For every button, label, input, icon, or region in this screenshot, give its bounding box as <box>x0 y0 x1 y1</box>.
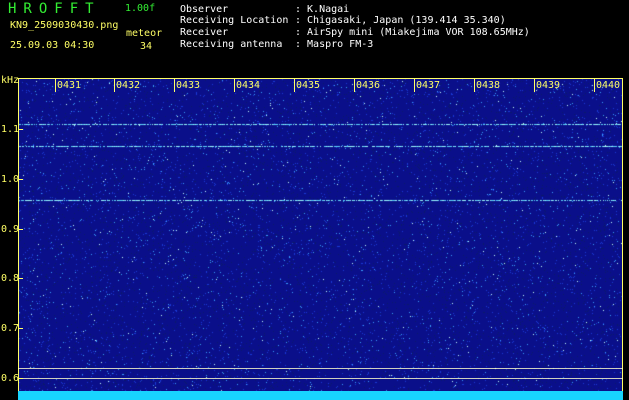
x-tick-label: 0437 <box>416 80 441 91</box>
app-version: 1.00f <box>125 3 156 14</box>
info-value: : Maspro FM-3 <box>295 39 374 50</box>
y-tick-label: 1.1 <box>1 124 20 135</box>
bottom-noise-band <box>18 391 623 400</box>
header-panel: HROFFT 1.00f KN9_2509030430.png meteor 2… <box>0 0 629 76</box>
y-tick-label: 1.0 <box>1 174 20 185</box>
y-tick-label: 0.8 <box>1 273 20 284</box>
x-tick-label: 0431 <box>57 80 82 91</box>
x-tick-mark <box>114 78 115 92</box>
y-tick-label: 0.7 <box>1 323 20 334</box>
x-tick-mark <box>594 78 595 92</box>
info-key: Observer <box>180 4 229 15</box>
info-row-antenna: Receiving antenna : Maspro FM-3 <box>180 40 373 50</box>
info-row-receiver: Receiver : AirSpy mini (Miakejima VOR 108… <box>180 28 530 38</box>
info-key: Receiving antenna <box>180 39 283 50</box>
plot-right-axis <box>622 78 623 394</box>
x-tick-mark <box>354 78 355 92</box>
x-tick-label: 0432 <box>116 80 141 91</box>
info-row-observer: Observer : K.Nagai <box>180 5 349 15</box>
x-tick-mark <box>414 78 415 92</box>
app-title: HROFFT <box>8 1 101 17</box>
x-tick-label: 0438 <box>476 80 501 91</box>
y-tick-mark <box>18 378 23 379</box>
x-tick-mark <box>534 78 535 92</box>
y-axis-unit: kHz <box>1 75 20 86</box>
x-tick-label: 0435 <box>296 80 321 91</box>
file-name: KN9_2509030430.png <box>10 20 119 31</box>
plot-top-axis <box>18 78 623 79</box>
x-tick-label: 0440 <box>596 80 621 91</box>
y-tick-mark <box>18 328 23 329</box>
y-tick-label: 0.9 <box>1 224 20 235</box>
x-tick-mark <box>294 78 295 92</box>
y-tick-mark <box>18 129 23 130</box>
meteor-label: meteor <box>126 28 163 39</box>
meteor-count: 34 <box>140 41 153 52</box>
info-row-location: Receiving Location : Chigasaki, Japan (13… <box>180 16 506 26</box>
y-tick-label: 0.6 <box>1 373 20 384</box>
x-tick-mark <box>474 78 475 92</box>
info-value: : AirSpy mini (Miakejima VOR 108.65MHz) <box>295 27 530 38</box>
x-tick-mark <box>55 78 56 92</box>
y-tick-mark <box>18 179 23 180</box>
date-time: 25.09.03 04:30 <box>10 40 95 51</box>
info-key: Receiving Location <box>180 15 289 26</box>
x-tick-label: 0439 <box>536 80 561 91</box>
x-tick-label: 0434 <box>236 80 261 91</box>
info-value: : K.Nagai <box>295 4 350 15</box>
x-tick-label: 0433 <box>176 80 201 91</box>
reference-line <box>18 378 623 379</box>
x-tick-label: 0436 <box>356 80 381 91</box>
info-key: Receiver <box>180 27 229 38</box>
info-value: : Chigasaki, Japan (139.414 35.340) <box>295 15 506 26</box>
spectrogram-canvas <box>18 78 623 394</box>
reference-line <box>18 368 623 369</box>
x-tick-mark <box>234 78 235 92</box>
spectrogram-plot <box>18 78 623 394</box>
x-tick-mark <box>174 78 175 92</box>
y-tick-mark <box>18 278 23 279</box>
y-tick-mark <box>18 229 23 230</box>
